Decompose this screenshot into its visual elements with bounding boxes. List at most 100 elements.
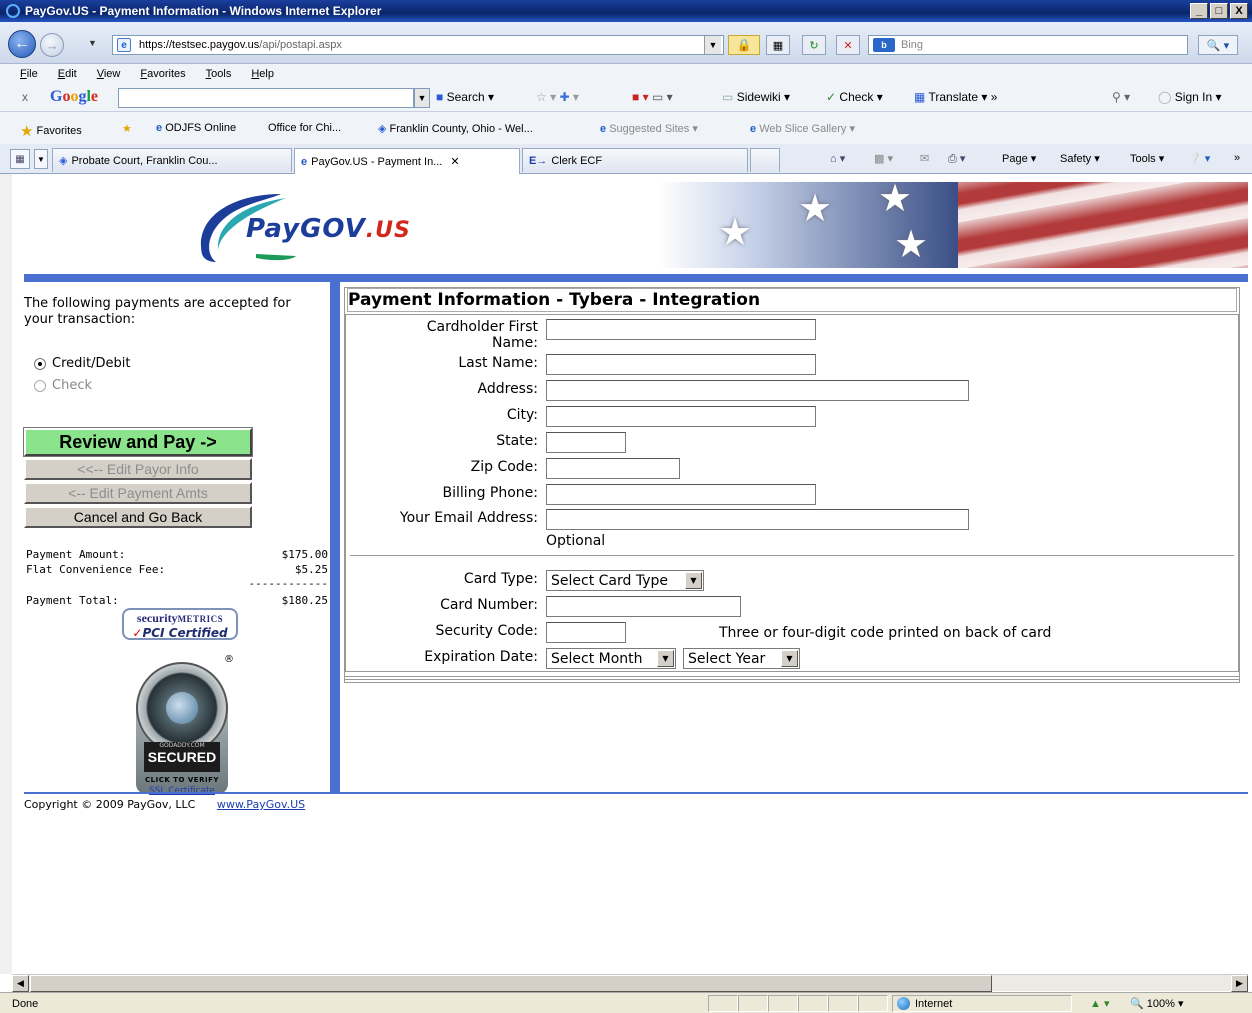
recent-pages-dropdown[interactable]: ▼ — [88, 38, 97, 48]
city-input[interactable] — [546, 406, 816, 427]
security-code-label: Security Code: — [435, 623, 539, 639]
favorites-button[interactable]: ★ Favorites — [20, 122, 82, 140]
search-icon[interactable]: 🔍 ▾ — [1198, 35, 1238, 55]
protected-mode-icon[interactable]: ▲ ▾ — [1090, 997, 1109, 1010]
page-content: ★ ★ ★ ★ PayGOV.US The following payments… — [12, 174, 1248, 974]
zip-code-input[interactable] — [546, 458, 680, 479]
lock-icon[interactable]: 🔒 — [728, 35, 760, 55]
menu-edit[interactable]: Edit — [58, 68, 77, 80]
convenience-fee-value: $5.25 — [294, 563, 328, 576]
sm-main-text: security — [136, 611, 178, 625]
popup-blocker-icon[interactable]: ■ ▾ ▭ ▾ — [632, 90, 673, 104]
command-bar-more[interactable]: » — [1234, 152, 1240, 164]
favorites-bar: ★ Favorites ★ e ODJFS Online Office for … — [0, 112, 1252, 144]
email-input[interactable] — [546, 509, 969, 530]
payment-sidebar: The following payments are accepted for … — [23, 282, 330, 796]
zoom-level[interactable]: 🔍 100% ▾ — [1130, 997, 1183, 1010]
url-input[interactable]: e https:// testsec.paygov.us /api/postap… — [112, 35, 724, 55]
card-type-select[interactable]: Select Card Type ▼ — [546, 570, 704, 591]
ssl-certificate-link[interactable]: SSL Certificate — [136, 786, 228, 796]
google-search-dropdown[interactable]: ▼ — [414, 88, 430, 108]
scroll-left-icon[interactable]: ◀ — [12, 975, 29, 992]
translate-button[interactable]: ▦ Translate ▾ » — [914, 90, 997, 104]
payment-total-value: $180.25 — [281, 594, 328, 607]
menu-help[interactable]: Help — [251, 68, 274, 80]
new-tab-button[interactable] — [750, 148, 780, 172]
paygov-link[interactable]: www.PayGov.US — [217, 798, 305, 811]
feeds-icon[interactable]: ▩ ▾ — [874, 152, 893, 165]
back-button[interactable]: ← — [8, 30, 36, 58]
tab-paygov[interactable]: e PayGov.US - Payment In... ✕ — [294, 148, 520, 174]
card-number-input[interactable] — [546, 596, 741, 617]
first-name-input[interactable] — [546, 319, 816, 340]
security-code-input[interactable] — [546, 622, 626, 643]
panel-title: Payment Information - Tybera - Integrati… — [347, 288, 1237, 312]
refresh-icon[interactable]: ↻ — [802, 35, 826, 55]
sign-in-button[interactable]: ◯ Sign In ▾ — [1158, 90, 1222, 104]
tab-list-dropdown[interactable]: ▼ — [34, 149, 48, 169]
cancel-and-go-back-button[interactable]: Cancel and Go Back — [24, 506, 252, 528]
scroll-right-icon[interactable]: ▶ — [1231, 975, 1248, 992]
state-input[interactable] — [546, 432, 626, 453]
translate-label: Translate ▾ — [928, 90, 988, 104]
url-dropdown[interactable]: ▼ — [704, 36, 721, 54]
fav-odjfs[interactable]: e ODJFS Online — [156, 122, 236, 134]
last-name-input[interactable] — [546, 354, 816, 375]
close-tab-icon[interactable]: ✕ — [450, 155, 459, 168]
tab-clerk-ecf[interactable]: E→ Clerk ECF — [522, 148, 748, 172]
close-window-button[interactable]: X — [1230, 3, 1248, 19]
horizontal-scrollbar[interactable]: ◀ ▶ — [12, 974, 1248, 992]
stop-icon[interactable]: ✕ — [836, 35, 860, 55]
expiration-year-select[interactable]: Select Year ▼ — [683, 648, 800, 669]
safety-menu[interactable]: Safety ▾ — [1060, 152, 1100, 165]
menu-view[interactable]: View — [97, 68, 121, 80]
forward-button[interactable]: → — [40, 33, 64, 57]
review-and-pay-button[interactable]: Review and Pay -> — [23, 427, 253, 457]
expiration-month-select[interactable]: Select Month ▼ — [546, 648, 676, 669]
spellcheck-icon: ✓ — [826, 90, 837, 104]
bing-search-input[interactable]: b Bing — [868, 35, 1188, 55]
home-icon[interactable]: ⌂ ▾ — [830, 152, 845, 165]
print-icon[interactable]: ⎙ ▾ — [948, 152, 965, 166]
address-input[interactable] — [546, 380, 969, 401]
bookmark-icon[interactable]: ☆ ▾ ✚ ▾ — [536, 90, 579, 104]
payment-option-credit[interactable]: Credit/Debit — [34, 356, 130, 371]
tab-probate-court[interactable]: ◈ Probate Court, Franklin Cou... — [52, 148, 292, 172]
tab-label: Clerk ECF — [551, 154, 603, 167]
credit-radio[interactable] — [34, 357, 46, 370]
compatibility-view-icon[interactable]: ▦ — [766, 35, 790, 55]
fav-suggested-sites[interactable]: e Suggested Sites ▾ — [600, 122, 698, 135]
panel-bottom-border — [345, 676, 1239, 680]
fav-web-slice-gallery[interactable]: e Web Slice Gallery ▾ — [750, 122, 855, 135]
add-favorites-icon[interactable]: ★ — [122, 122, 132, 135]
check-radio — [34, 379, 46, 392]
security-metrics-badge[interactable]: securityMETRICS ✓PCI Certified — [122, 608, 238, 640]
billing-phone-input[interactable] — [546, 484, 816, 505]
maximize-button[interactable]: □ — [1210, 3, 1228, 19]
site-banner: ★ ★ ★ ★ PayGOV.US — [24, 174, 1248, 272]
spellcheck-button[interactable]: ✓ Check ▾ — [826, 90, 883, 104]
check-icon: ✓ — [132, 626, 143, 640]
google-search-button[interactable]: ■ Search ▾ — [436, 90, 494, 104]
mail-icon[interactable]: ✉ — [920, 152, 929, 165]
google-toolbar-close[interactable]: x — [22, 90, 28, 104]
wrench-icon[interactable]: ⚲ ▾ — [1112, 90, 1130, 104]
scrollbar-thumb[interactable] — [30, 975, 992, 992]
menu-tools[interactable]: Tools — [206, 68, 232, 80]
menu-file[interactable]: File — [20, 68, 38, 80]
favorites-star-icon: ★ — [20, 123, 34, 140]
favorites-label: Favorites — [36, 125, 82, 137]
menu-favorites[interactable]: Favorites — [140, 68, 185, 80]
security-zone[interactable]: Internet — [892, 995, 1072, 1012]
minimize-button[interactable]: _ — [1190, 3, 1208, 19]
fav-office-for-children[interactable]: Office for Chi... — [268, 122, 341, 134]
secured-label: GODADDY.COM SECURED — [144, 742, 220, 772]
sidewiki-button[interactable]: ▭ Sidewiki ▾ — [722, 90, 790, 104]
google-search-input[interactable] — [118, 88, 414, 108]
payment-form: Cardholder First Name: Last Name: Addres… — [345, 314, 1239, 672]
tools-menu[interactable]: Tools ▾ — [1130, 152, 1164, 165]
help-icon[interactable]: ❔ ▾ — [1188, 152, 1210, 165]
fav-franklin-county[interactable]: ◈ Franklin County, Ohio - Wel... — [378, 122, 533, 135]
quick-tabs-icon[interactable]: ▦ — [10, 149, 30, 169]
page-menu[interactable]: Page ▾ — [1002, 152, 1036, 165]
